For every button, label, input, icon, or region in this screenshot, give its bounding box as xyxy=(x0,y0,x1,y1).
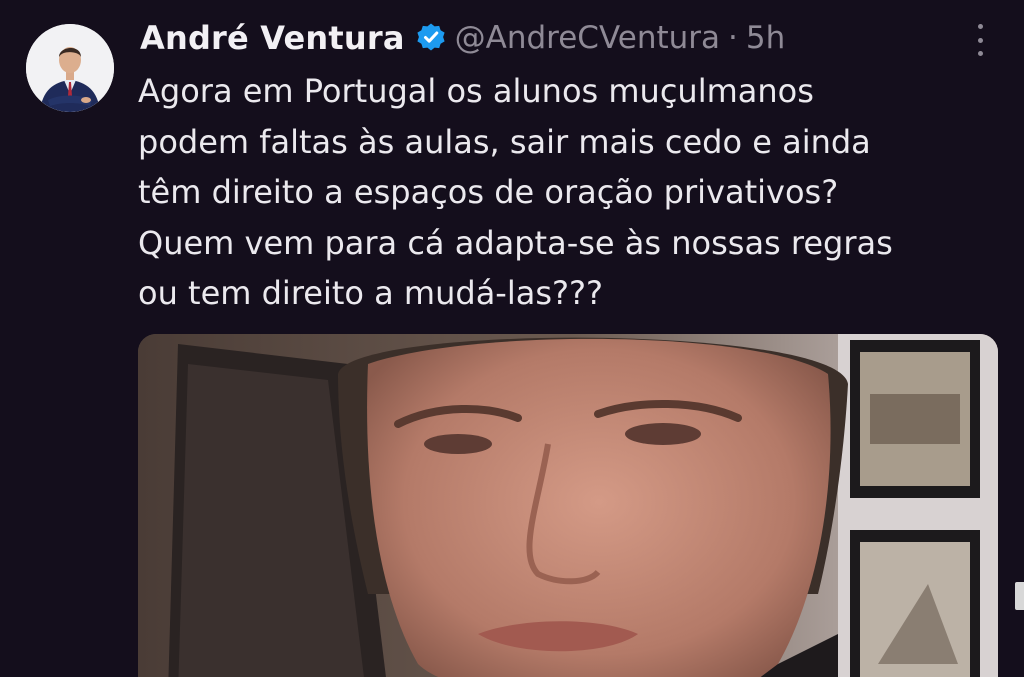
more-options-icon[interactable] xyxy=(966,24,994,56)
author-handle[interactable]: @AndreCVentura xyxy=(455,20,720,56)
tweet-text-line: podem faltas às aulas, sair mais cedo e … xyxy=(138,122,871,161)
tweet[interactable]: André Ventura @AndreCVentura · 5h Agora … xyxy=(0,0,1024,677)
tweet-text-line: ou tem direito a mudá-las??? xyxy=(138,274,603,312)
separator-dot: · xyxy=(728,20,738,56)
video-thumbnail[interactable] xyxy=(138,334,998,677)
tweet-text-line: Quem vem para cá adapta-se às nossas reg… xyxy=(138,223,893,262)
tweet-text-line: Agora em Portugal os alunos muçulmanos xyxy=(138,72,814,110)
scrollbar-thumb[interactable] xyxy=(1015,582,1024,610)
tweet-header: André Ventura @AndreCVentura · 5h xyxy=(140,14,785,62)
timestamp[interactable]: 5h xyxy=(746,20,785,56)
tweet-text: Agora em Portugal os alunos muçulmanos p… xyxy=(138,66,1008,319)
display-name[interactable]: André Ventura xyxy=(140,19,405,57)
avatar[interactable] xyxy=(26,24,114,112)
tweet-text-line: têm direito a espaços de oração privativ… xyxy=(138,173,839,211)
verified-badge-icon xyxy=(415,22,447,54)
